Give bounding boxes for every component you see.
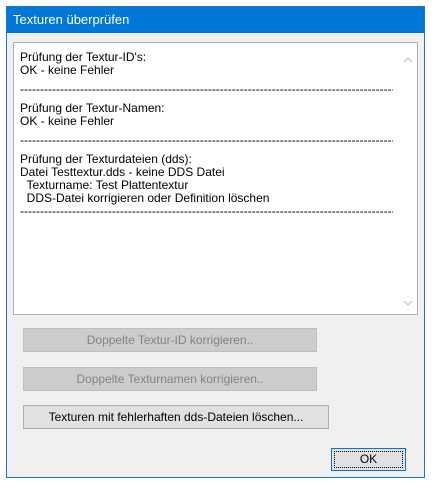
log-separator: ----------------------------------------… (20, 205, 393, 218)
log-separator: ----------------------------------------… (20, 83, 393, 96)
delete-bad-dds-button[interactable]: Texturen mit fehlerhaften dds-Dateien lö… (23, 405, 329, 429)
dialog-title: Texturen überprüfen (13, 12, 130, 27)
log-line: DDS-Datei korrigieren oder Definition lö… (20, 191, 270, 205)
scroll-down-arrow-icon[interactable] (403, 298, 413, 308)
title-bar[interactable]: Texturen überprüfen (7, 7, 424, 33)
results-log[interactable]: Prüfung der Textur-ID's: OK - keine Fehl… (13, 42, 418, 315)
fix-duplicate-names-button[interactable]: Doppelte Texturnamen korrigieren.. (23, 367, 317, 391)
ok-button[interactable]: OK (331, 448, 406, 471)
log-separator: ----------------------------------------… (20, 134, 393, 147)
focus-rectangle (334, 451, 403, 468)
log-line: OK - keine Fehler (20, 63, 115, 77)
scroll-up-arrow-icon[interactable] (403, 55, 413, 65)
log-line: OK - keine Fehler (20, 114, 115, 128)
log-content: Prüfung der Textur-ID's: OK - keine Fehl… (20, 51, 393, 218)
vertical-scrollbar[interactable] (400, 43, 417, 314)
fix-duplicate-ids-button[interactable]: Doppelte Textur-ID korrigieren.. (23, 328, 317, 352)
